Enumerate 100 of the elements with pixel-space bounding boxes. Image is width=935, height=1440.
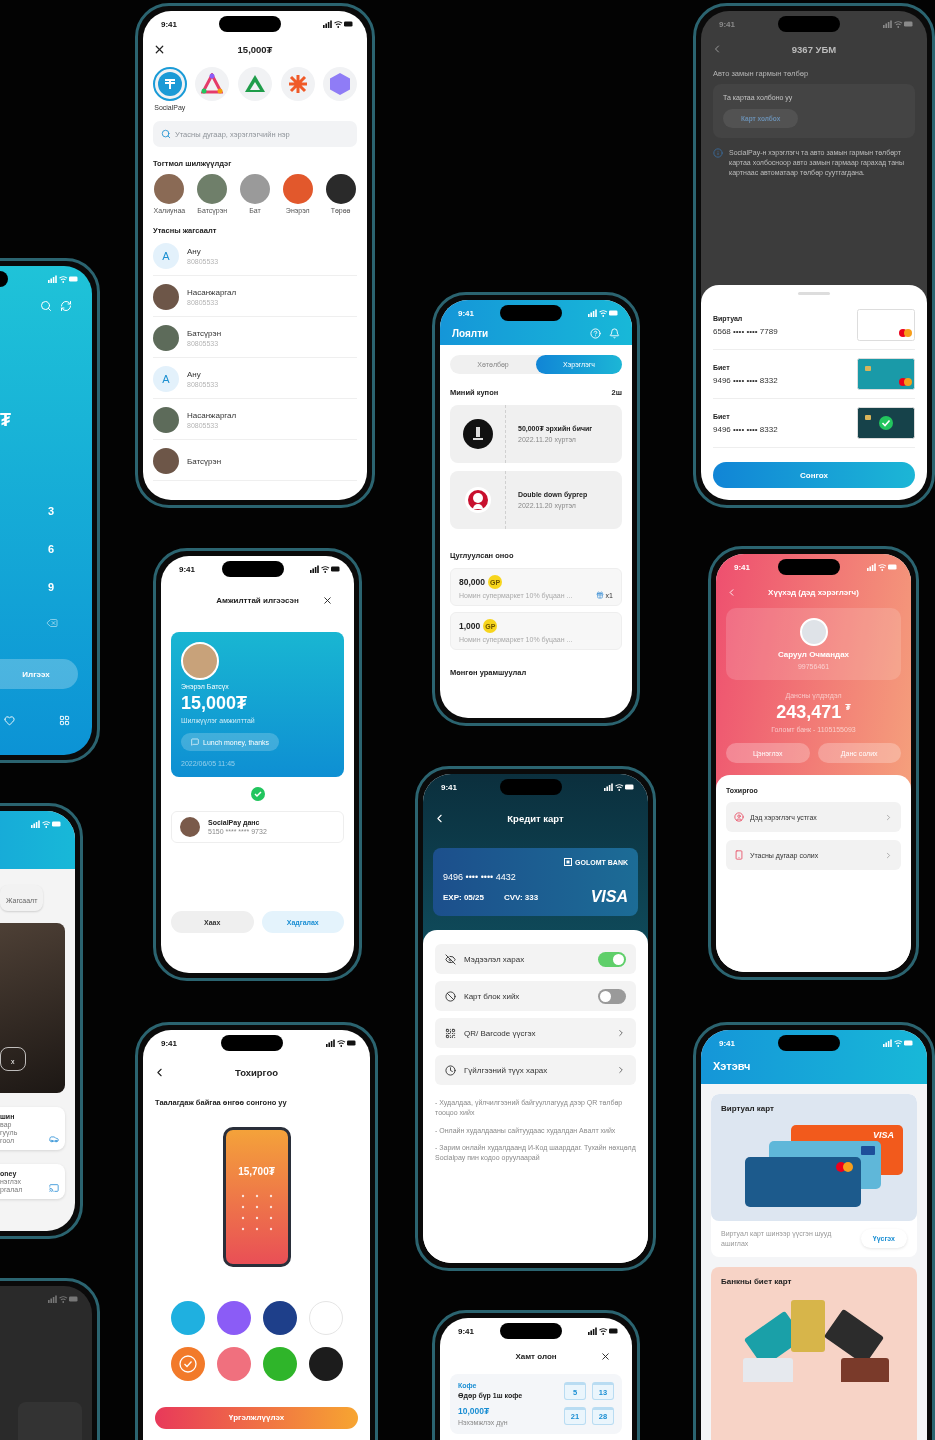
bank-logo-icon xyxy=(564,858,573,866)
section-title: Банкны биет карт xyxy=(721,1276,793,1286)
gift-icon xyxy=(595,591,604,599)
status-icons xyxy=(48,1295,78,1303)
color-swatch[interactable] xyxy=(170,1347,205,1381)
payment-app-button[interactable] xyxy=(323,67,358,101)
avatar xyxy=(180,817,200,837)
color-swatch[interactable] xyxy=(170,1301,205,1335)
avatar xyxy=(153,448,179,474)
avatar-initial: А xyxy=(153,366,179,392)
status-icons xyxy=(310,565,340,573)
preview-amount: 15,700₮ xyxy=(238,1166,275,1177)
status-icons xyxy=(867,563,897,571)
color-swatch[interactable] xyxy=(262,1301,297,1335)
payment-app-button[interactable] xyxy=(195,67,230,101)
payment-app-button[interactable] xyxy=(280,67,315,101)
camera-notch xyxy=(778,1035,840,1051)
help-icon[interactable] xyxy=(590,328,601,339)
avatar xyxy=(799,618,828,646)
toggle-switch[interactable] xyxy=(598,951,626,967)
backspace-icon[interactable] xyxy=(46,617,58,629)
success-check-icon xyxy=(250,787,265,801)
search-icon[interactable] xyxy=(40,300,52,312)
contact-name: Батсүрэн xyxy=(187,456,222,466)
status-icons xyxy=(31,820,61,828)
currency-sign: ₮ xyxy=(0,410,12,431)
send-button[interactable]: Илгээх xyxy=(0,659,78,689)
avatar-initial: А xyxy=(153,243,179,269)
close-icon[interactable] xyxy=(600,1350,611,1362)
avatar xyxy=(153,284,179,310)
transfer-amount: 15,000₮ xyxy=(236,43,274,55)
search-icon xyxy=(161,129,171,139)
color-swatch[interactable] xyxy=(216,1347,251,1381)
select-button[interactable]: Сонгох xyxy=(713,462,915,488)
qr-code-icon xyxy=(445,1027,456,1039)
status-time: 9:41 xyxy=(719,1038,735,1048)
plan-amount: 10,000₮ xyxy=(458,1406,491,1416)
points-amount: 80,000 xyxy=(459,577,485,587)
option-row[interactable]: Карт блок хийх xyxy=(435,981,636,1011)
card-expiry: EXP: 05/25 xyxy=(443,892,484,902)
toggle-switch[interactable] xyxy=(598,988,626,1004)
cast-icon xyxy=(49,1183,59,1193)
app-logo-icon xyxy=(328,72,353,96)
screen-title: Тохиргоо xyxy=(233,1066,280,1078)
status-time: 9:41 xyxy=(458,1326,474,1336)
points-amount: 1,000 xyxy=(459,621,481,631)
info-icon xyxy=(713,148,723,158)
app-logo-icon xyxy=(287,74,308,94)
status-icons xyxy=(883,1039,913,1047)
avatar xyxy=(153,325,179,351)
status-time: 9:41 xyxy=(161,1038,177,1048)
status-time: 9:41 xyxy=(179,564,195,574)
close-icon[interactable] xyxy=(322,594,333,606)
option-row[interactable]: Мэдээлэл харах xyxy=(435,944,636,974)
status-icons xyxy=(48,275,78,283)
card-cvv: CVV: 333 xyxy=(503,892,539,902)
app-logo-icon xyxy=(201,73,224,95)
keypad-key[interactable]: 3 xyxy=(48,505,92,517)
payment-app-button[interactable] xyxy=(238,67,272,101)
status-time: 9:41 xyxy=(441,782,457,792)
card-number: 6568 •••• •••• 7789 xyxy=(713,326,778,336)
refresh-icon[interactable] xyxy=(60,300,72,312)
option-row[interactable]: Гүйлгээний түүх харах xyxy=(435,1055,636,1085)
status-icons xyxy=(883,20,913,28)
balance-amount: 243,471 xyxy=(776,702,842,723)
card-number: 9496 •••• •••• 4432 xyxy=(443,872,517,882)
status-time: 9:41 xyxy=(458,308,474,318)
currency-sign: ₮ xyxy=(845,702,851,712)
chevron-icon xyxy=(884,812,893,822)
clock-icon xyxy=(445,1064,456,1076)
contact-name: Ану xyxy=(187,370,202,379)
color-swatch[interactable] xyxy=(308,1301,343,1335)
screen-title: 9367 УБМ xyxy=(790,43,838,55)
status-icons xyxy=(323,20,353,28)
camera-notch xyxy=(777,559,840,575)
message-icon xyxy=(191,738,199,746)
continue-button[interactable]: Үргэлжлүүлэх xyxy=(155,1406,358,1429)
child-name: Саруул Очмандах xyxy=(777,650,850,659)
status-icons xyxy=(326,1039,356,1047)
car-icon xyxy=(49,1134,59,1144)
notification-bell-icon[interactable] xyxy=(609,328,620,339)
payment-app-button[interactable] xyxy=(152,67,187,101)
grid-icon[interactable] xyxy=(59,715,70,726)
status-icons xyxy=(588,309,618,317)
status-icons xyxy=(604,783,634,791)
screen-title: Кредит карт xyxy=(506,812,565,824)
option-row[interactable]: QR/ Barcode үүсгэх xyxy=(435,1018,636,1048)
eye-off-icon xyxy=(445,953,456,965)
chevron-icon xyxy=(616,1065,626,1075)
keypad-key[interactable]: 6 xyxy=(48,543,92,555)
color-swatch[interactable] xyxy=(216,1301,251,1335)
brand-logo-icon xyxy=(464,487,491,513)
screen-title: Хүүхэд (дэд хэрэглэгч) xyxy=(767,587,860,597)
color-swatch[interactable] xyxy=(262,1347,297,1381)
color-swatch[interactable] xyxy=(308,1347,343,1381)
contact-name: Батсүрэн xyxy=(187,329,222,338)
camera-notch xyxy=(500,305,562,321)
screen-title: Хэтэвч xyxy=(713,1060,751,1072)
heart-icon[interactable] xyxy=(4,715,15,726)
keypad-key[interactable]: 9 xyxy=(48,581,92,593)
